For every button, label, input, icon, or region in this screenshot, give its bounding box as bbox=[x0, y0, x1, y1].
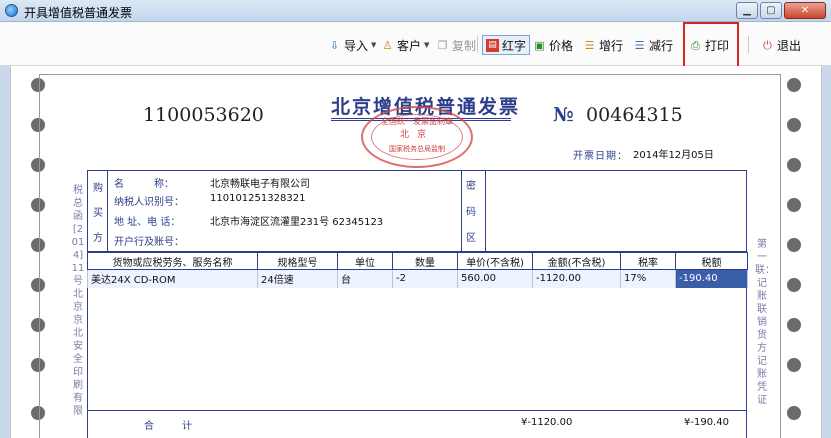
goods-name-cell[interactable]: 美达24X CD-ROM bbox=[87, 269, 258, 288]
seal-text-middle: 北京 bbox=[399, 130, 434, 140]
price-label: 价格 bbox=[549, 38, 574, 53]
column-header: 规格型号 bbox=[257, 252, 338, 270]
buyer-side-char: 方 bbox=[93, 233, 103, 244]
invoice-code: 1100053620 bbox=[143, 104, 264, 126]
perforation-hole bbox=[787, 198, 801, 212]
delete-row-label: 减行 bbox=[649, 38, 674, 53]
tax-rate-cell[interactable]: 17% bbox=[620, 269, 676, 288]
minimize-button[interactable]: ▁ bbox=[736, 2, 758, 19]
buyer-bank-label: 开户行及账号： bbox=[114, 237, 184, 248]
seal-text-top: 全国统一发票监制章 bbox=[381, 117, 453, 126]
cipher-side-char: 密 bbox=[466, 181, 476, 192]
copy-designation-text: 第一联：记账联 销货方记账凭证 bbox=[755, 239, 775, 406]
number-symbol: № bbox=[553, 104, 574, 126]
toolbar-separator bbox=[748, 36, 749, 53]
invoice-date: 2014年12月05日 bbox=[633, 150, 714, 161]
import-icon: ⇩ bbox=[329, 38, 340, 52]
chevron-down-icon: ▼ bbox=[371, 41, 377, 49]
total-label: 合计 bbox=[144, 421, 220, 432]
goods-table: 货物或应税劳务、服务名称 规格型号 单位 数量 单价(不含税) 金额(不含税) … bbox=[87, 252, 748, 288]
add-row-label: 增行 bbox=[599, 38, 624, 53]
invoice-number: 00464315 bbox=[586, 104, 683, 126]
column-header: 数量 bbox=[392, 252, 458, 270]
buyer-address-label: 地 址、电 话： bbox=[114, 217, 181, 228]
perforation-hole bbox=[787, 118, 801, 132]
unit-cell[interactable]: 台 bbox=[337, 269, 393, 288]
tax-amount-cell[interactable]: -190.40 bbox=[675, 269, 748, 288]
printer-permit-text: 税总函[2014]11号北京京北安全印刷有限 bbox=[71, 185, 85, 417]
buyer-name-field[interactable]: 北京畅联电子有限公司 bbox=[210, 175, 310, 190]
total-row: 合计 ¥-1120.00 ¥-190.40 bbox=[87, 410, 747, 438]
table-header-row: 货物或应税劳务、服务名称 规格型号 单位 数量 单价(不含税) 金额(不含税) … bbox=[87, 252, 748, 270]
red-invoice-icon: ▤ bbox=[486, 38, 499, 52]
buyer-taxid-field[interactable]: 110101251328321 bbox=[210, 193, 305, 204]
perforation-hole bbox=[787, 406, 801, 420]
price-button[interactable]: ▣ 价格 bbox=[533, 35, 573, 55]
table-row[interactable]: 美达24X CD-ROM 24倍速 台 -2 560.00 -1120.00 1… bbox=[87, 269, 748, 288]
perforation-hole bbox=[787, 78, 801, 92]
red-invoice-button[interactable]: ▤ 红字 bbox=[482, 35, 531, 55]
delete-row-icon: ☰ bbox=[634, 38, 645, 52]
perforation-hole bbox=[787, 238, 801, 252]
power-icon: ⏻ bbox=[763, 38, 772, 52]
total-amount: ¥-1120.00 bbox=[521, 417, 573, 428]
toolbar-separator bbox=[477, 36, 478, 53]
column-header: 货物或应税劳务、服务名称 bbox=[87, 252, 258, 270]
buyer-taxid-label: 纳税人识别号： bbox=[114, 197, 184, 208]
title-bar: 开具增值税普通发票 ▁ ▢ ✕ bbox=[0, 0, 831, 22]
column-header: 税额 bbox=[675, 252, 748, 270]
cipher-side-char: 码 bbox=[466, 207, 476, 218]
buyer-name-label: 名 称： bbox=[114, 179, 174, 190]
perforation-hole bbox=[787, 318, 801, 332]
invoice-paper: 1100053620 北京增值税普通发票 全国统一发票监制章 北京 国家税务总局… bbox=[10, 66, 822, 438]
column-header: 单位 bbox=[337, 252, 393, 270]
copy-label: 复制 bbox=[452, 38, 477, 53]
buyer-divider bbox=[461, 171, 462, 251]
buyer-side-label: 购 买 方 bbox=[88, 171, 108, 251]
exit-label: 退出 bbox=[777, 38, 802, 53]
amount-cell[interactable]: -1120.00 bbox=[532, 269, 621, 288]
unit-price-cell[interactable]: 560.00 bbox=[457, 269, 533, 288]
buyer-side-char: 购 bbox=[93, 183, 103, 194]
close-button[interactable]: ✕ bbox=[784, 2, 826, 19]
seal-text-bottom: 国家税务总局监制 bbox=[389, 145, 445, 153]
window-border-right bbox=[822, 66, 831, 438]
price-icon: ▣ bbox=[534, 38, 545, 52]
app-icon bbox=[5, 4, 18, 17]
customer-label: 客户 bbox=[397, 38, 422, 53]
total-tax: ¥-190.40 bbox=[684, 417, 729, 428]
perforation-hole bbox=[787, 158, 801, 172]
delete-row-button[interactable]: ☰ 减行 bbox=[633, 35, 673, 55]
goods-empty-area[interactable] bbox=[87, 288, 747, 410]
add-row-button[interactable]: ☰ 增行 bbox=[583, 35, 623, 55]
buyer-side-char: 买 bbox=[93, 208, 103, 219]
red-invoice-label: 红字 bbox=[502, 38, 527, 53]
customer-icon: ♙ bbox=[382, 38, 393, 52]
cipher-divider bbox=[485, 171, 486, 251]
add-row-icon: ☰ bbox=[584, 38, 595, 52]
spec-cell[interactable]: 24倍速 bbox=[257, 269, 338, 288]
column-header: 单价(不含税) bbox=[457, 252, 533, 270]
exit-button[interactable]: ⏻ 退出 bbox=[761, 35, 801, 55]
copy-button[interactable]: ❐ 复制 bbox=[436, 35, 476, 55]
window-title: 开具增值税普通发票 bbox=[24, 6, 133, 20]
column-header: 税率 bbox=[620, 252, 676, 270]
cipher-side-char: 区 bbox=[466, 233, 476, 244]
buyer-info-box: 购 买 方 名 称： 北京畅联电子有限公司 纳税人识别号： 1101012513… bbox=[87, 170, 747, 252]
date-label: 开票日期： bbox=[573, 151, 628, 162]
quantity-cell[interactable]: -2 bbox=[392, 269, 458, 288]
copy-icon: ❐ bbox=[437, 38, 448, 52]
chevron-down-icon: ▼ bbox=[424, 41, 430, 49]
print-highlight-box bbox=[683, 22, 739, 69]
buyer-address-field[interactable]: 北京市海淀区流灌里231号 62345123 bbox=[210, 213, 383, 228]
customer-button[interactable]: ♙ 客户 ▼ bbox=[381, 35, 430, 55]
maximize-button[interactable]: ▢ bbox=[760, 2, 782, 19]
import-button[interactable]: ⇩ 导入 ▼ bbox=[328, 35, 377, 55]
perforation-hole bbox=[787, 358, 801, 372]
import-label: 导入 bbox=[344, 38, 369, 53]
perforation-hole bbox=[787, 278, 801, 292]
column-header: 金额(不含税) bbox=[532, 252, 621, 270]
